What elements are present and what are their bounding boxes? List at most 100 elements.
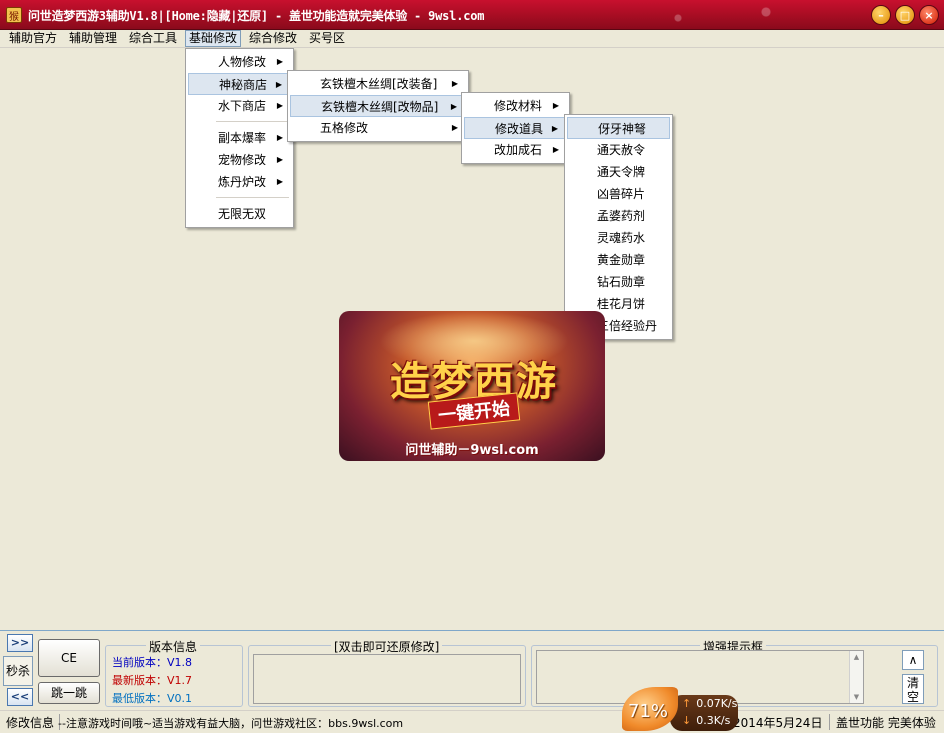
menu-item-label: 修改材料 [494,99,543,113]
menu-buy-account[interactable]: 买号区 [306,30,348,47]
window-title: 问世造梦西游3辅助V1.8|[Home:隐藏|还原] - 盖世功能造就完美体验 … [28,9,485,23]
menu-item-label: 伢牙神弩 [598,122,647,136]
menu-item-bonus-stone[interactable]: 改加成石 ▶ [464,139,567,161]
restore-group: [双击即可还原修改] [248,638,526,707]
menu-item-label: 改加成石 [494,143,543,157]
menu-separator [216,197,289,198]
menu-item-modify-props[interactable]: 修改道具 ▶ [464,117,567,139]
menu-item-label: 钻石勋章 [597,275,646,289]
collapse-button[interactable]: << [7,688,33,706]
menu-official[interactable]: 辅助官方 [6,30,60,47]
menu-item-alchemy[interactable]: 炼丹炉改 ▶ [188,171,291,193]
minimize-button[interactable]: – [871,5,891,25]
menu-item-label: 三倍经验丹 [597,319,658,333]
menu-basic-modify[interactable]: 基础修改 [185,30,242,47]
app-icon: 猴 [6,7,22,23]
status-separator [829,714,830,730]
menu-manage[interactable]: 辅助管理 [66,30,120,47]
menu-item-character[interactable]: 人物修改 ▶ [188,51,291,73]
maximize-button[interactable]: □ [895,5,915,25]
menu-separator [216,121,289,122]
banner-footer: 问世辅助－9wsl.com [405,443,539,458]
menu-item-pet[interactable]: 宠物修改 ▶ [188,149,291,171]
submenu-arrow-icon: ▶ [276,57,283,66]
menu-item-label: 无限无双 [218,207,267,221]
upload-speed-value: 0.07K/s [696,697,738,710]
minimize-icon: – [878,8,884,22]
menu-item-prop[interactable]: 通天令牌 [567,161,670,183]
speed-panel: ↑ 0.07K/s ↓ 0.3K/s [670,695,738,731]
ce-button[interactable]: CE [38,639,100,677]
menu-item-label: 灵魂药水 [597,231,646,245]
status-message: --注意游戏时间哦~适当游戏有益大脑，问世游戏社区：bbs.9wsl.com [58,717,404,730]
menu-item-drop-rate[interactable]: 副本爆率 ▶ [188,127,291,149]
menu-bar: 辅助官方 辅助管理 综合工具 基础修改 综合修改 买号区 [0,30,944,48]
menu-item-label: 副本爆率 [218,131,267,145]
instant-kill-button[interactable]: 秒杀 [3,656,33,686]
menu-item-prop[interactable]: 钻石勋章 [567,271,670,293]
memory-percent: 71% [628,701,669,722]
menu-item-label: 水下商店 [218,99,267,113]
scroll-top-button[interactable]: ∧ [902,650,924,670]
menu-item-mystery-shop[interactable]: 神秘商店 ▶ [188,73,291,95]
version-info-group: 版本信息 当前版本：V1.8 最新版本：V1.7 最低版本：V0.1 [105,638,243,707]
close-icon: × [924,8,934,22]
lowest-version: 最低版本：V0.1 [112,692,193,705]
bottom-panel: >> 秒杀 << CE 跳一跳 版本信息 当前版本：V1.8 最新版本：V1.7… [0,630,944,710]
submenu-arrow-icon: ▶ [276,133,283,142]
menu-item-label: 人物修改 [218,55,267,69]
menu-item-label: 玄铁檀木丝绸[改装备] [320,77,438,91]
jump-button[interactable]: 跳一跳 [38,682,100,704]
menu-item-label: 玄铁檀木丝绸[改物品] [321,100,439,114]
maximize-icon: □ [899,8,911,22]
menu-item-prop[interactable]: 孟婆药剂 [567,205,670,227]
menu-item-prop[interactable]: 通天赦令 [567,139,670,161]
menu-item-modify-equipment[interactable]: 玄铁檀木丝绸[改装备] ▶ [290,73,466,95]
submenu-arrow-icon: ▶ [276,101,283,110]
menu-item-infinite-musou[interactable]: 无限无双 [188,203,291,225]
menu-item-modify-goods[interactable]: 玄铁檀木丝绸[改物品] ▶ [290,95,466,117]
menu-item-label: 孟婆药剂 [597,209,646,223]
menu-item-label: 通天赦令 [597,143,646,157]
game-banner[interactable]: 造梦西游 一键开始 问世辅助－9wsl.com [339,311,605,461]
title-decoration [634,0,854,30]
latest-version: 最新版本：V1.7 [112,674,193,687]
menu-item-label: 神秘商店 [219,78,268,92]
submenu-arrow-icon: ▶ [552,101,559,110]
menu-item-label: 黄金勋章 [597,253,646,267]
submenu-arrow-icon: ▶ [276,155,283,164]
title-bar[interactable]: 猴 问世造梦西游3辅助V1.8|[Home:隐藏|还原] - 盖世功能造就完美体… [0,0,944,30]
menu-item-prop[interactable]: 伢牙神弩 [567,117,670,139]
scroll-down-icon[interactable]: ▼ [850,691,863,703]
menu-item-label: 五格修改 [320,121,369,135]
submenu-arrow-icon: ▶ [276,177,283,186]
submenu-arrow-icon: ▶ [275,80,282,89]
status-slogan: 盖世功能 完美体验 [836,716,936,730]
submenu-arrow-icon: ▶ [551,124,558,133]
version-info-title: 版本信息 [146,638,201,655]
modify-goods-submenu: 修改材料 ▶ 修改道具 ▶ 改加成石 ▶ [461,92,570,164]
restore-title: [双击即可还原修改] [331,638,443,655]
menu-item-underwater-shop[interactable]: 水下商店 ▶ [188,95,291,117]
download-speed-value: 0.3K/s [696,714,731,727]
status-label: 修改信息 [6,716,55,730]
submenu-arrow-icon: ▶ [451,123,458,132]
menu-item-modify-materials[interactable]: 修改材料 ▶ [464,95,567,117]
basic-modify-dropdown: 人物修改 ▶ 神秘商店 ▶ 水下商店 ▶ 副本爆率 ▶ 宠物修改 ▶ 炼丹炉改 ▶ 无限无双 [185,48,294,228]
hint-scrollbar[interactable]: ▲ ▼ [849,651,863,703]
expand-button[interactable]: >> [7,634,33,652]
clear-button[interactable]: 清空 [902,674,924,704]
submenu-arrow-icon: ▶ [451,79,458,88]
menu-item-label: 凶兽碎片 [597,187,646,201]
menu-tools[interactable]: 综合工具 [126,30,180,47]
menu-general-modify[interactable]: 综合修改 [246,30,300,47]
scroll-up-icon[interactable]: ▲ [850,651,863,663]
network-speed-widget[interactable]: ↑ 0.07K/s ↓ 0.3K/s 71% [622,681,738,733]
menu-item-five-slots[interactable]: 五格修改 ▶ [290,117,466,139]
menu-item-prop[interactable]: 灵魂药水 [567,227,670,249]
restore-list[interactable] [253,654,521,704]
menu-item-prop[interactable]: 凶兽碎片 [567,183,670,205]
close-button[interactable]: × [919,5,939,25]
menu-item-prop[interactable]: 黄金勋章 [567,249,670,271]
menu-item-label: 修改道具 [495,122,544,136]
